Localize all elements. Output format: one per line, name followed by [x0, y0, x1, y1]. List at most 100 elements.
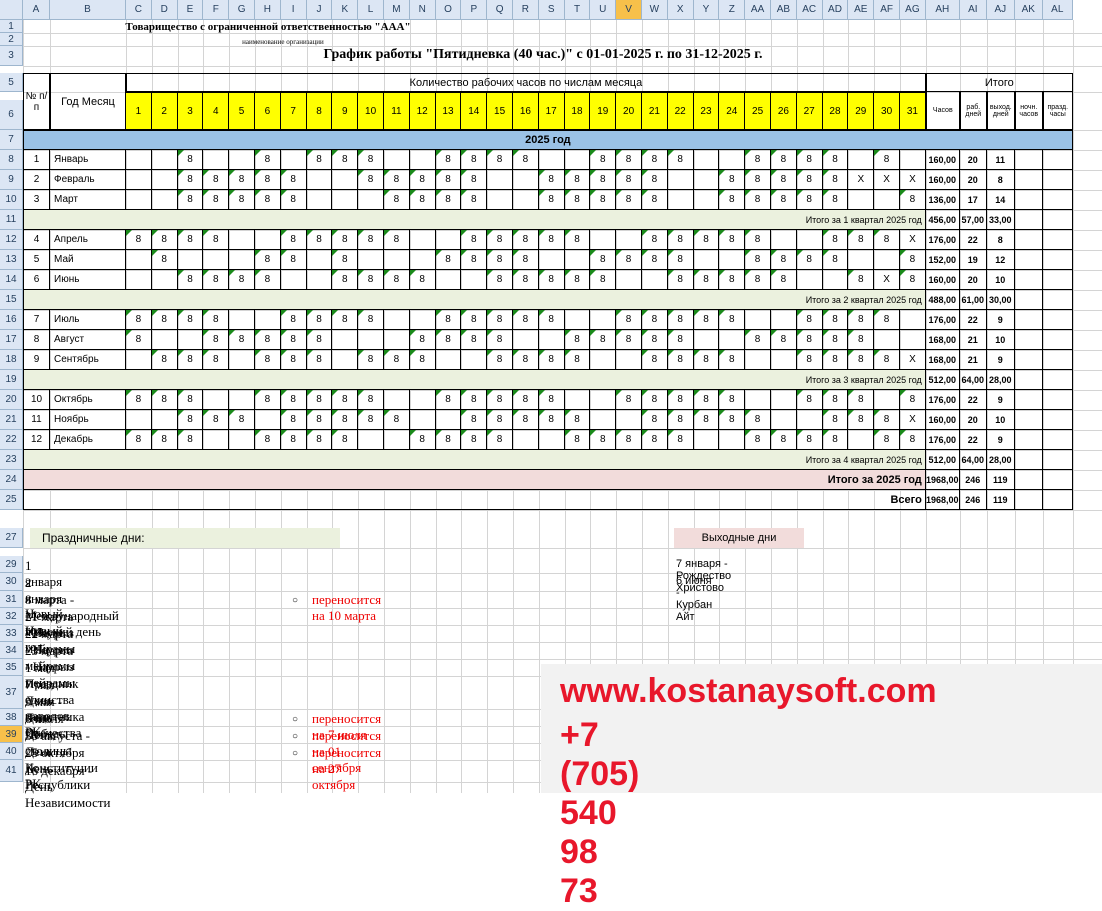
row-header-27[interactable]: 27 — [0, 528, 23, 548]
day-cell[interactable] — [564, 150, 591, 170]
row-header-22[interactable]: 22 — [0, 430, 23, 450]
day-cell[interactable] — [151, 150, 178, 170]
day-cell[interactable]: 8 — [177, 310, 204, 330]
day-cell[interactable] — [229, 150, 255, 170]
day-cell[interactable]: 8 — [435, 310, 462, 330]
day-cell[interactable]: 8 — [280, 250, 307, 270]
day-cell[interactable] — [719, 330, 746, 350]
day-cell[interactable] — [693, 190, 720, 210]
day-cell[interactable]: 8 — [358, 170, 384, 190]
column-header-h[interactable]: H — [255, 0, 281, 20]
row-header-33[interactable]: 33 — [0, 625, 23, 642]
day-cell[interactable] — [796, 230, 823, 250]
row-header-23[interactable]: 23 — [0, 450, 23, 470]
day-cell[interactable]: 8 — [435, 390, 462, 410]
day-cell[interactable]: 8 — [642, 350, 668, 370]
column-header-j[interactable]: J — [306, 0, 333, 20]
day-cell[interactable]: X — [900, 410, 926, 430]
day-cell[interactable]: 8 — [693, 390, 720, 410]
day-cell[interactable] — [590, 410, 617, 430]
day-cell[interactable]: 8 — [177, 270, 204, 290]
day-cell[interactable] — [409, 250, 436, 270]
day-cell[interactable]: 8 — [667, 350, 694, 370]
day-cell[interactable]: 8 — [693, 310, 720, 330]
day-cell[interactable]: 8 — [796, 350, 823, 370]
day-cell[interactable]: 8 — [642, 390, 668, 410]
day-cell[interactable] — [538, 150, 565, 170]
day-cell[interactable] — [513, 170, 539, 190]
day-cell[interactable] — [409, 410, 436, 430]
day-cell[interactable]: 8 — [771, 150, 797, 170]
column-header-c[interactable]: C — [126, 0, 152, 20]
day-cell[interactable]: 8 — [306, 310, 333, 330]
day-cell[interactable]: 8 — [384, 270, 410, 290]
day-cell[interactable]: 8 — [642, 430, 668, 450]
day-cell[interactable] — [409, 310, 436, 330]
day-cell[interactable] — [693, 250, 720, 270]
day-cell[interactable]: 8 — [796, 170, 823, 190]
day-cell[interactable] — [151, 410, 178, 430]
day-cell[interactable]: 8 — [590, 430, 617, 450]
day-cell[interactable] — [151, 330, 178, 350]
day-cell[interactable] — [151, 190, 178, 210]
day-cell[interactable]: 8 — [667, 410, 694, 430]
day-cell[interactable]: 8 — [642, 190, 668, 210]
day-cell[interactable] — [616, 230, 642, 250]
day-cell[interactable]: 8 — [384, 230, 410, 250]
day-cell[interactable]: 8 — [126, 330, 152, 350]
day-cell[interactable]: 8 — [771, 270, 797, 290]
column-header-ab[interactable]: AB — [771, 0, 797, 20]
day-cell[interactable]: 8 — [719, 310, 746, 330]
day-cell[interactable] — [771, 310, 797, 330]
day-cell[interactable]: 8 — [255, 430, 281, 450]
day-cell[interactable]: 8 — [409, 430, 436, 450]
day-cell[interactable]: 8 — [538, 270, 565, 290]
column-header-q[interactable]: Q — [487, 0, 513, 20]
day-cell[interactable]: 8 — [409, 270, 436, 290]
day-cell[interactable]: X — [900, 230, 926, 250]
day-cell[interactable]: 8 — [848, 350, 875, 370]
day-cell[interactable]: 8 — [255, 270, 281, 290]
row-header-16[interactable]: 16 — [0, 310, 23, 330]
column-header-w[interactable]: W — [642, 0, 668, 20]
column-header-g[interactable]: G — [229, 0, 255, 20]
day-cell[interactable] — [745, 310, 771, 330]
day-cell[interactable]: 8 — [306, 150, 333, 170]
day-cell[interactable]: 8 — [332, 150, 359, 170]
row-header-34[interactable]: 34 — [0, 642, 23, 659]
row-header-6[interactable]: 6 — [0, 100, 23, 130]
day-cell[interactable] — [848, 150, 875, 170]
row-header-21[interactable]: 21 — [0, 410, 23, 430]
day-cell[interactable]: 8 — [332, 410, 359, 430]
day-cell[interactable]: 8 — [719, 190, 746, 210]
day-cell[interactable] — [126, 250, 152, 270]
day-cell[interactable]: 8 — [126, 390, 152, 410]
day-cell[interactable]: 8 — [693, 270, 720, 290]
day-cell[interactable]: 8 — [280, 390, 307, 410]
day-cell[interactable] — [538, 250, 565, 270]
day-cell[interactable] — [693, 170, 720, 190]
row-header-40[interactable]: 40 — [0, 743, 23, 760]
day-cell[interactable]: 8 — [255, 330, 281, 350]
day-cell[interactable]: 8 — [177, 410, 204, 430]
day-cell[interactable]: 8 — [796, 430, 823, 450]
day-cell[interactable] — [590, 230, 617, 250]
day-cell[interactable]: 8 — [229, 190, 255, 210]
day-cell[interactable]: 8 — [590, 170, 617, 190]
day-cell[interactable]: 8 — [642, 230, 668, 250]
row-header-11[interactable]: 11 — [0, 210, 23, 230]
day-cell[interactable]: 8 — [745, 230, 771, 250]
day-cell[interactable] — [564, 250, 591, 270]
day-cell[interactable]: 8 — [693, 230, 720, 250]
column-header-o[interactable]: O — [435, 0, 462, 20]
day-cell[interactable] — [538, 430, 565, 450]
day-cell[interactable] — [358, 250, 384, 270]
day-cell[interactable] — [848, 250, 875, 270]
day-cell[interactable]: 8 — [745, 150, 771, 170]
day-cell[interactable] — [487, 170, 513, 190]
day-cell[interactable]: 8 — [487, 250, 513, 270]
day-cell[interactable] — [435, 270, 462, 290]
day-cell[interactable]: 8 — [564, 410, 591, 430]
day-cell[interactable]: 8 — [487, 430, 513, 450]
day-cell[interactable]: 8 — [332, 310, 359, 330]
